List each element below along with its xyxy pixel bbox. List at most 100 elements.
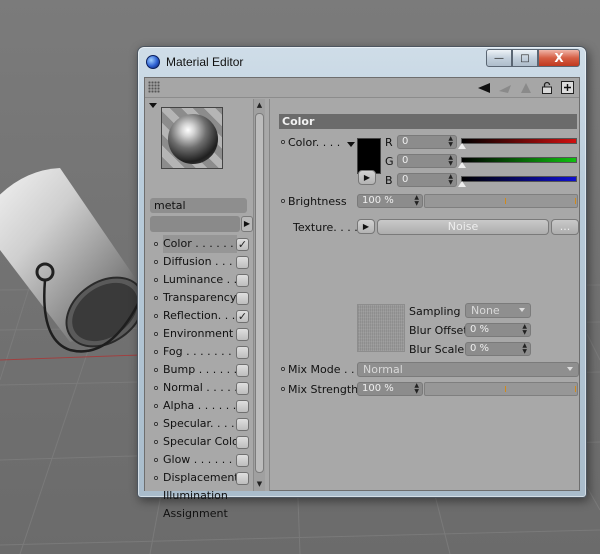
spinner-arrows-icon[interactable]: ▲ ▼ [448, 174, 453, 186]
animation-dot-icon[interactable] [281, 140, 285, 144]
channel-bullet-icon [154, 368, 158, 372]
channel-checkbox[interactable] [236, 418, 249, 431]
channel-item-transparency[interactable]: Transparency [147, 289, 251, 307]
title-bar[interactable]: Material Editor — □ X [138, 47, 586, 77]
r-value-field[interactable]: 0 ▲ ▼ [397, 135, 457, 149]
b-value: 0 [402, 174, 409, 185]
color-picker-arrow-icon[interactable] [347, 142, 355, 147]
close-button[interactable]: X [538, 49, 580, 67]
channel-checkbox[interactable]: ✓ [236, 238, 249, 251]
toolbar-icons [476, 80, 575, 95]
channel-label: Specular. . . . . . [163, 417, 237, 430]
drag-grip-icon[interactable] [148, 81, 160, 93]
spinner-arrows-icon[interactable]: ▲ ▼ [414, 383, 419, 395]
channel-checkbox[interactable] [236, 436, 249, 449]
material-name-field[interactable]: metal [150, 198, 247, 213]
channel-checkbox[interactable] [236, 382, 249, 395]
channel-label: Glow . . . . . . . . [163, 453, 237, 466]
channel-checkbox[interactable] [236, 328, 249, 341]
preview-menu-arrow-icon[interactable] [149, 103, 157, 108]
channel-label: Color . . . . . . . [163, 235, 237, 253]
spinner-arrows-icon[interactable]: ▲ ▼ [522, 343, 527, 355]
scroll-up-icon[interactable]: ▲ [255, 101, 264, 110]
mix-strength-field[interactable]: 100 % ▲ ▼ [357, 382, 423, 396]
channel-item-assignment[interactable]: Assignment [147, 505, 251, 523]
channel-item-environment[interactable]: Environment [147, 325, 251, 343]
channel-item-diffusion[interactable]: Diffusion . . . . . [147, 253, 251, 271]
up-arrow-icon[interactable] [518, 80, 533, 95]
scrollbar-thumb[interactable] [255, 113, 264, 473]
scroll-down-icon[interactable]: ▼ [255, 480, 264, 489]
channel-item-bump[interactable]: Bump . . . . . . . . [147, 361, 251, 379]
back-arrow-icon[interactable] [476, 80, 491, 95]
spinner-arrows-icon[interactable]: ▲ ▼ [448, 155, 453, 167]
r-slider[interactable] [461, 138, 577, 144]
channel-item-displacement[interactable]: Displacement [147, 469, 251, 487]
spinner-arrows-icon[interactable]: ▲ ▼ [414, 195, 419, 207]
channel-checkbox[interactable] [236, 274, 249, 287]
minimize-button[interactable]: — [486, 49, 512, 67]
color-options-button[interactable]: ▶ [358, 170, 376, 185]
brightness-slider[interactable] [424, 194, 578, 208]
g-label: G [385, 155, 394, 168]
channel-label: Fog . . . . . . . . . [163, 345, 237, 358]
b-slider[interactable] [461, 176, 577, 182]
texture-menu-button[interactable]: ▶ [357, 219, 375, 234]
channel-checkbox[interactable] [236, 364, 249, 377]
r-slider-handle[interactable] [458, 143, 466, 149]
channel-label: Alpha . . . . . . . . [163, 399, 237, 412]
channel-bullet-icon [154, 386, 158, 390]
spinner-arrows-icon[interactable]: ▲ ▼ [448, 136, 453, 148]
channel-item-luminance[interactable]: Luminance . . . . [147, 271, 251, 289]
sampling-dropdown[interactable]: None [465, 303, 531, 318]
maximize-button[interactable]: □ [512, 49, 538, 67]
texture-more-button[interactable]: ... [551, 219, 579, 235]
mix-mode-dropdown[interactable]: Normal [357, 362, 579, 377]
channel-label: Assignment [163, 507, 228, 520]
channel-item-fog[interactable]: Fog . . . . . . . . . [147, 343, 251, 361]
g-value: 0 [402, 155, 409, 166]
blur-scale-field[interactable]: 0 % ▲ ▼ [465, 342, 531, 356]
channel-checkbox[interactable] [236, 256, 249, 269]
lock-icon[interactable] [539, 80, 554, 95]
g-value-field[interactable]: 0 ▲ ▼ [397, 154, 457, 168]
slider-tick [505, 386, 506, 392]
material-path-arrow-button[interactable]: ▶ [241, 216, 253, 232]
channel-checkbox[interactable] [236, 454, 249, 467]
texture-shader-button[interactable]: Noise [377, 219, 549, 235]
channel-checkbox[interactable] [236, 346, 249, 359]
channel-item-specular[interactable]: Specular. . . . . . [147, 415, 251, 433]
b-value-field[interactable]: 0 ▲ ▼ [397, 173, 457, 187]
channel-item-alpha[interactable]: Alpha . . . . . . . . [147, 397, 251, 415]
color-swatch[interactable] [357, 138, 381, 174]
material-preview[interactable] [161, 107, 223, 169]
channel-bullet-icon [154, 242, 158, 246]
forward-arrow-icon[interactable] [497, 80, 512, 95]
channel-item-glow[interactable]: Glow . . . . . . . . [147, 451, 251, 469]
g-slider[interactable] [461, 157, 577, 163]
animation-dot-icon[interactable] [281, 199, 285, 203]
channel-checkbox[interactable] [236, 472, 249, 485]
material-path-field[interactable] [150, 216, 240, 232]
blur-offset-field[interactable]: 0 % ▲ ▼ [465, 323, 531, 337]
b-slider-handle[interactable] [458, 181, 466, 187]
channel-item-specular-color[interactable]: Specular Color [147, 433, 251, 451]
g-slider-handle[interactable] [458, 162, 466, 168]
channel-item-normal[interactable]: Normal . . . . . . . [147, 379, 251, 397]
brightness-field[interactable]: 100 % ▲ ▼ [357, 194, 423, 208]
channel-item-illumination[interactable]: Illumination [147, 487, 251, 505]
mix-mode-value: Normal [363, 363, 403, 376]
channel-item-reflection[interactable]: Reflection. . . . . ✓ [147, 307, 251, 325]
channel-label: Displacement [163, 471, 237, 484]
channel-scrollbar[interactable]: ▲ ▼ [253, 99, 265, 491]
animation-dot-icon[interactable] [281, 387, 285, 391]
new-window-icon[interactable] [560, 80, 575, 95]
channel-label: Diffusion . . . . . [163, 255, 237, 268]
channel-checkbox[interactable]: ✓ [236, 310, 249, 323]
channel-item-color[interactable]: Color . . . . . . . ✓ [147, 235, 251, 253]
channel-checkbox[interactable] [236, 292, 249, 305]
spinner-arrows-icon[interactable]: ▲ ▼ [522, 324, 527, 336]
animation-dot-icon[interactable] [281, 367, 285, 371]
mix-strength-slider[interactable] [424, 382, 578, 396]
channel-checkbox[interactable] [236, 400, 249, 413]
